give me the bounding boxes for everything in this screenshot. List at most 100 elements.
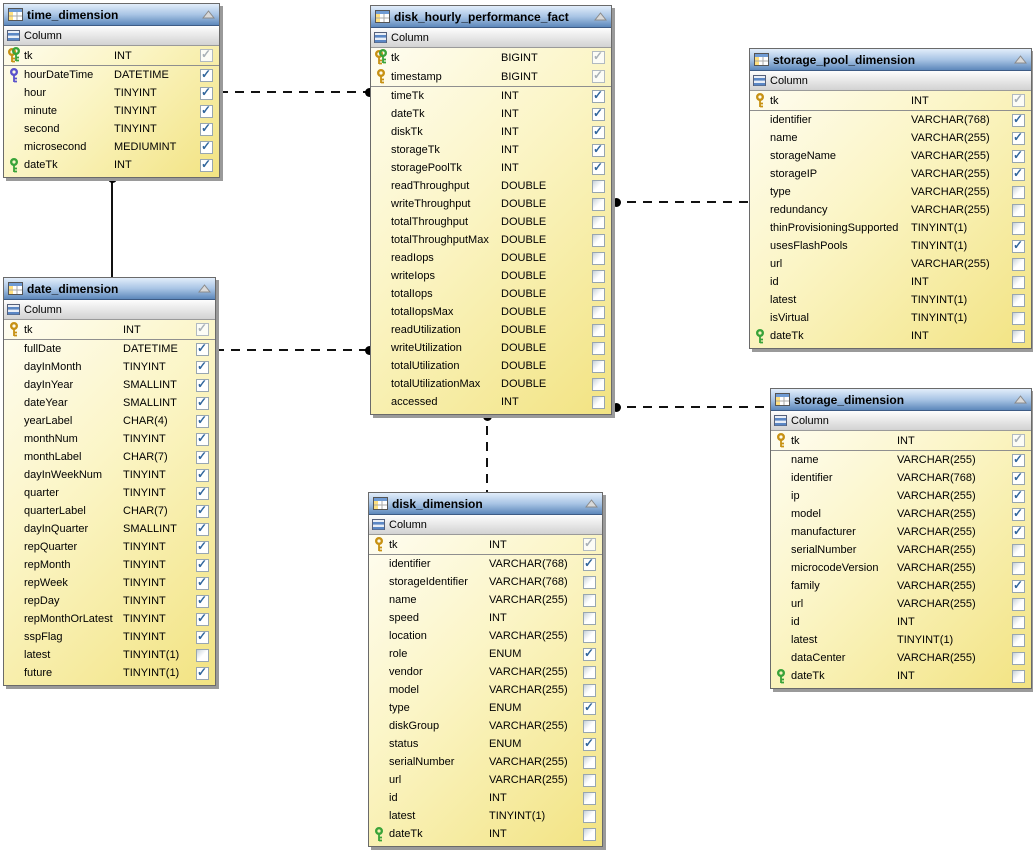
columns-section-header[interactable]: Column bbox=[750, 71, 1031, 91]
not-null-checkbox[interactable] bbox=[1012, 238, 1025, 253]
not-null-checkbox[interactable] bbox=[196, 648, 209, 662]
not-null-checkbox[interactable] bbox=[1012, 257, 1025, 271]
not-null-checkbox[interactable] bbox=[592, 233, 605, 247]
column-row-future[interactable]: future TINYINT(1) bbox=[4, 664, 215, 682]
not-null-checkbox[interactable] bbox=[1012, 506, 1025, 521]
collapse-icon[interactable] bbox=[1014, 55, 1027, 64]
column-row-latest[interactable]: latest TINYINT(1) bbox=[750, 291, 1031, 309]
not-null-checkbox[interactable] bbox=[196, 665, 209, 680]
not-null-checkbox[interactable] bbox=[196, 575, 209, 590]
not-null-checkbox[interactable] bbox=[1012, 112, 1025, 127]
not-null-checkbox[interactable] bbox=[1012, 669, 1025, 683]
column-row-readIops[interactable]: readIops DOUBLE bbox=[371, 249, 611, 267]
column-row-repDay[interactable]: repDay TINYINT bbox=[4, 592, 215, 610]
relationship-connector-date_dimension-disk_hourly_performance_fact[interactable] bbox=[215, 349, 372, 351]
not-null-checkbox[interactable] bbox=[1012, 488, 1025, 503]
column-row-tk[interactable]: tk INT bbox=[369, 535, 602, 555]
collapse-icon[interactable] bbox=[198, 284, 211, 293]
not-null-checkbox[interactable] bbox=[583, 827, 596, 841]
column-row-tk[interactable]: tk INT bbox=[771, 431, 1031, 451]
not-null-checkbox[interactable] bbox=[196, 629, 209, 644]
column-row-identifier[interactable]: identifier VARCHAR(768) bbox=[369, 555, 602, 573]
column-row-dateTk[interactable]: dateTk INT bbox=[371, 105, 611, 123]
column-row-diskGroup[interactable]: diskGroup VARCHAR(255) bbox=[369, 717, 602, 735]
not-null-checkbox[interactable] bbox=[1012, 597, 1025, 611]
not-null-checkbox[interactable] bbox=[196, 359, 209, 374]
not-null-checkbox[interactable] bbox=[1012, 293, 1025, 307]
column-row-repMonthOrLatest[interactable]: repMonthOrLatest TINYINT bbox=[4, 610, 215, 628]
collapse-icon[interactable] bbox=[202, 10, 215, 19]
not-null-checkbox[interactable] bbox=[592, 215, 605, 229]
column-row-dayInYear[interactable]: dayInYear SMALLINT bbox=[4, 376, 215, 394]
not-null-checkbox[interactable] bbox=[1012, 203, 1025, 217]
column-row-dayInMonth[interactable]: dayInMonth TINYINT bbox=[4, 358, 215, 376]
column-row-serialNumber[interactable]: serialNumber VARCHAR(255) bbox=[369, 753, 602, 771]
column-row-url[interactable]: url VARCHAR(255) bbox=[750, 255, 1031, 273]
column-row-yearLabel[interactable]: yearLabel CHAR(4) bbox=[4, 412, 215, 430]
not-null-checkbox[interactable] bbox=[1012, 452, 1025, 467]
table-header[interactable]: storage_dimension bbox=[771, 389, 1031, 411]
not-null-checkbox[interactable] bbox=[1012, 275, 1025, 289]
relationship-connector-disk_hourly_performance_fact-storage_dimension[interactable] bbox=[611, 406, 772, 408]
not-null-checkbox[interactable] bbox=[583, 629, 596, 643]
table-disk_hourly_performance_fact[interactable]: disk_hourly_performance_fact Column tk BIGI… bbox=[370, 5, 612, 415]
not-null-checkbox[interactable] bbox=[1012, 221, 1025, 235]
column-row-speed[interactable]: speed INT bbox=[369, 609, 602, 627]
not-null-checkbox[interactable] bbox=[1012, 524, 1025, 539]
column-row-dateYear[interactable]: dateYear SMALLINT bbox=[4, 394, 215, 412]
column-row-writeThroughput[interactable]: writeThroughput DOUBLE bbox=[371, 195, 611, 213]
table-disk_dimension[interactable]: disk_dimension Column tk INT identifier VARCH… bbox=[368, 492, 603, 847]
column-row-tk[interactable]: tk INT bbox=[4, 46, 219, 66]
column-row-name[interactable]: name VARCHAR(255) bbox=[369, 591, 602, 609]
column-row-serialNumber[interactable]: serialNumber VARCHAR(255) bbox=[771, 541, 1031, 559]
column-row-url[interactable]: url VARCHAR(255) bbox=[369, 771, 602, 789]
not-null-checkbox[interactable] bbox=[592, 251, 605, 265]
not-null-checkbox[interactable] bbox=[583, 809, 596, 823]
not-null-checkbox[interactable] bbox=[1012, 470, 1025, 485]
column-row-id[interactable]: id INT bbox=[750, 273, 1031, 291]
column-row-storageIdentifier[interactable]: storageIdentifier VARCHAR(768) bbox=[369, 573, 602, 591]
not-null-checkbox[interactable] bbox=[592, 341, 605, 355]
column-row-usesFlashPools[interactable]: usesFlashPools TINYINT(1) bbox=[750, 237, 1031, 255]
not-null-checkbox[interactable] bbox=[196, 413, 209, 428]
collapse-icon[interactable] bbox=[1014, 395, 1027, 404]
not-null-checkbox[interactable] bbox=[196, 503, 209, 518]
not-null-checkbox[interactable] bbox=[196, 539, 209, 554]
collapse-icon[interactable] bbox=[594, 12, 607, 21]
table-header[interactable]: time_dimension bbox=[4, 4, 219, 26]
not-null-checkbox[interactable] bbox=[200, 157, 213, 172]
column-row-tk[interactable]: tk INT bbox=[4, 320, 215, 340]
column-row-type[interactable]: type ENUM bbox=[369, 699, 602, 717]
relationship-connector-disk_hourly_performance_fact-disk_dimension[interactable] bbox=[486, 410, 488, 494]
not-null-checkbox[interactable] bbox=[196, 611, 209, 626]
columns-section-header[interactable]: Column bbox=[369, 515, 602, 535]
column-row-writeUtilization[interactable]: writeUtilization DOUBLE bbox=[371, 339, 611, 357]
column-row-tk[interactable]: tk BIGINT bbox=[371, 48, 611, 67]
column-row-minute[interactable]: minute TINYINT bbox=[4, 102, 219, 120]
not-null-checkbox[interactable] bbox=[1012, 633, 1025, 647]
not-null-checkbox[interactable] bbox=[592, 359, 605, 373]
not-null-checkbox[interactable] bbox=[196, 593, 209, 608]
column-row-vendor[interactable]: vendor VARCHAR(255) bbox=[369, 663, 602, 681]
column-row-microcodeVersion[interactable]: microcodeVersion VARCHAR(255) bbox=[771, 559, 1031, 577]
column-row-url[interactable]: url VARCHAR(255) bbox=[771, 595, 1031, 613]
column-row-timeTk[interactable]: timeTk INT bbox=[371, 87, 611, 105]
not-null-checkbox[interactable] bbox=[196, 521, 209, 536]
not-null-checkbox[interactable] bbox=[583, 791, 596, 805]
not-null-checkbox[interactable] bbox=[592, 179, 605, 193]
not-null-checkbox[interactable] bbox=[1012, 311, 1025, 325]
not-null-checkbox[interactable] bbox=[583, 736, 596, 751]
column-row-totalIops[interactable]: totalIops DOUBLE bbox=[371, 285, 611, 303]
not-null-checkbox[interactable] bbox=[583, 683, 596, 697]
not-null-checkbox[interactable] bbox=[583, 593, 596, 607]
column-row-model[interactable]: model VARCHAR(255) bbox=[369, 681, 602, 699]
column-row-model[interactable]: model VARCHAR(255) bbox=[771, 505, 1031, 523]
column-row-totalUtilizationMax[interactable]: totalUtilizationMax DOUBLE bbox=[371, 375, 611, 393]
not-null-checkbox[interactable] bbox=[1012, 615, 1025, 629]
column-row-totalUtilization[interactable]: totalUtilization DOUBLE bbox=[371, 357, 611, 375]
column-row-hour[interactable]: hour TINYINT bbox=[4, 84, 219, 102]
column-row-totalIopsMax[interactable]: totalIopsMax DOUBLE bbox=[371, 303, 611, 321]
column-row-storageName[interactable]: storageName VARCHAR(255) bbox=[750, 147, 1031, 165]
column-row-latest[interactable]: latest TINYINT(1) bbox=[4, 646, 215, 664]
column-row-repQuarter[interactable]: repQuarter TINYINT bbox=[4, 538, 215, 556]
